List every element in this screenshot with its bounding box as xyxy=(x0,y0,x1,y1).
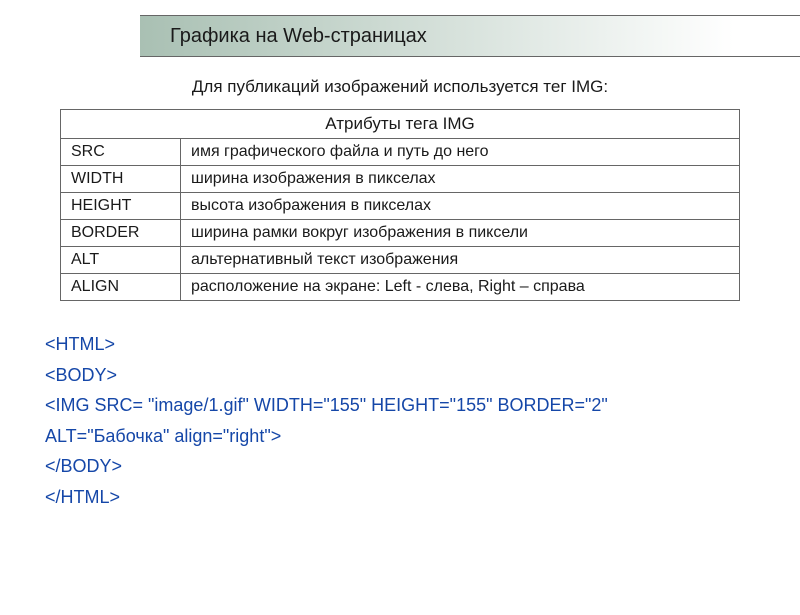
table-row: ALIGN расположение на экране: Left - сле… xyxy=(61,274,740,301)
attr-name: BORDER xyxy=(61,220,181,247)
subtitle-text: Для публикаций изображений используется … xyxy=(0,77,800,97)
attr-name: HEIGHT xyxy=(61,193,181,220)
attr-desc: имя графического файла и путь до него xyxy=(181,139,740,166)
code-line: <HTML> xyxy=(45,329,800,360)
table-row: ALT альтернативный текст изображения xyxy=(61,247,740,274)
table-row: WIDTH ширина изображения в пикселах xyxy=(61,166,740,193)
attr-name: SRC xyxy=(61,139,181,166)
table-header: Атрибуты тега IMG xyxy=(61,110,740,139)
code-line: <BODY> xyxy=(45,360,800,391)
code-line: ALT="Бабочка" align="right"> xyxy=(45,421,800,452)
table-row: SRC имя графического файла и путь до нег… xyxy=(61,139,740,166)
code-line: </HTML> xyxy=(45,482,800,513)
attr-name: WIDTH xyxy=(61,166,181,193)
table-row: BORDER ширина рамки вокруг изображения в… xyxy=(61,220,740,247)
attr-name: ALIGN xyxy=(61,274,181,301)
code-line: <IMG SRC= "image/1.gif" WIDTH="155" HEIG… xyxy=(45,390,800,421)
code-example: <HTML> <BODY> <IMG SRC= "image/1.gif" WI… xyxy=(45,329,800,513)
table-header-row: Атрибуты тега IMG xyxy=(61,110,740,139)
attr-desc: высота изображения в пикселах xyxy=(181,193,740,220)
page-header: Графика на Web-страницах xyxy=(140,15,800,57)
attr-desc: ширина изображения в пикселах xyxy=(181,166,740,193)
table-row: HEIGHT высота изображения в пикселах xyxy=(61,193,740,220)
attr-name: ALT xyxy=(61,247,181,274)
attributes-table: Атрибуты тега IMG SRC имя графического ф… xyxy=(60,109,740,301)
page-title: Графика на Web-страницах xyxy=(170,25,427,48)
attr-desc: расположение на экране: Left - слева, Ri… xyxy=(181,274,740,301)
attr-desc: альтернативный текст изображения xyxy=(181,247,740,274)
attr-desc: ширина рамки вокруг изображения в пиксел… xyxy=(181,220,740,247)
code-line: </BODY> xyxy=(45,451,800,482)
